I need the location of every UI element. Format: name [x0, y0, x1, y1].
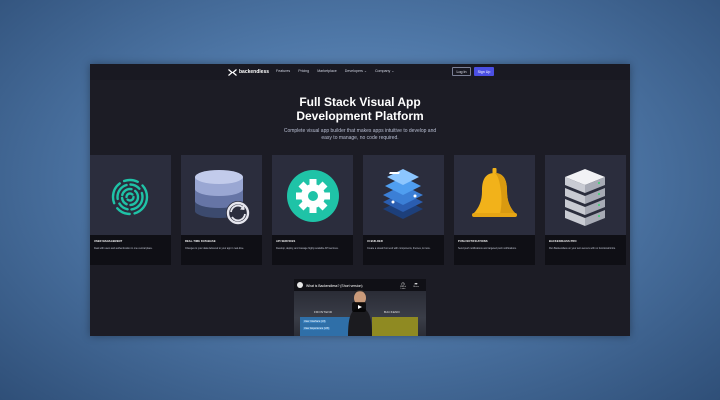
card-description: Send push notifications and targeted pus…	[458, 247, 517, 250]
video-title[interactable]: What is Backendless? (Short version)	[306, 284, 363, 288]
frontend-panel: User Interface (UI) User Experience (UX)	[300, 317, 350, 336]
hero-title-line-1: Full Stack Visual App	[299, 95, 421, 109]
card-description: Develop, deploy, and manage highly-scala…	[276, 247, 339, 250]
browser-window: backendless Features Pricing Marketplace…	[90, 64, 630, 336]
backendless-logo-icon	[228, 68, 237, 76]
card-caption: REAL-TIME DATABASE Changes to your data …	[181, 235, 262, 265]
nav-link-developers[interactable]: Developers ⌄	[345, 69, 367, 73]
card-description: Run Backendless on your own servers with…	[549, 247, 616, 250]
card-description: Create a visual front end with component…	[367, 247, 431, 250]
intro-video-player[interactable]: What is Backendless? (Short version) ◷ W…	[294, 279, 426, 336]
layers-icon	[383, 169, 423, 219]
backend-label: BACKEND	[384, 310, 400, 314]
feature-card-user-management[interactable]: USER MANAGEMENT Deal with users and auth…	[90, 155, 171, 265]
watch-later-label: Watch Later	[399, 286, 407, 290]
card-title: PUSH NOTIFICATIONS	[458, 240, 488, 243]
card-description: Deal with users and authentication in on…	[94, 247, 153, 250]
card-media	[545, 155, 626, 235]
card-media	[90, 155, 171, 235]
feature-card-push-notifications[interactable]: PUSH NOTIFICATIONS Send push notificatio…	[454, 155, 535, 265]
feature-card-backendless-pro[interactable]: BACKENDLESS PRO Run Backendless on your …	[545, 155, 626, 265]
nav-link-pricing[interactable]: Pricing	[298, 69, 309, 73]
tag-ux: User Experience (UX)	[303, 327, 331, 330]
hero-subtitle: Complete visual app builder that makes a…	[283, 128, 437, 141]
login-button[interactable]: Log In	[452, 67, 471, 76]
nav-link-marketplace[interactable]: Marketplace	[317, 69, 337, 73]
card-description: Changes to your data delivered to your a…	[185, 247, 245, 250]
card-title: BACKENDLESS PRO	[549, 240, 577, 243]
share-button[interactable]: ➦ Share	[411, 282, 421, 289]
card-media	[363, 155, 444, 235]
hero-title: Full Stack Visual App Development Platfo…	[90, 95, 630, 123]
brand-logo[interactable]: backendless	[228, 68, 269, 76]
tag-ui: User Interface (UI)	[303, 320, 327, 323]
card-caption: API SERVICES Develop, deploy, and manage…	[272, 235, 353, 265]
presenter-image	[348, 290, 372, 336]
feature-card-ui-builder[interactable]: UI BUILDER Create a visual front end wit…	[363, 155, 444, 265]
card-title: API SERVICES	[276, 240, 296, 243]
card-media	[454, 155, 535, 235]
share-label: Share	[413, 286, 419, 288]
card-media	[272, 155, 353, 235]
card-title: UI BUILDER	[367, 240, 383, 243]
brand-name: backendless	[239, 69, 270, 75]
nav-link-company[interactable]: Company ⌄	[375, 69, 394, 73]
bell-icon	[472, 168, 517, 217]
top-navbar: backendless Features Pricing Marketplace…	[90, 64, 630, 80]
card-caption: USER MANAGEMENT Deal with users and auth…	[90, 235, 171, 265]
card-caption: PUSH NOTIFICATIONS Send push notificatio…	[454, 235, 535, 265]
play-button[interactable]	[352, 302, 366, 312]
watch-later-button[interactable]: ◷ Watch Later	[398, 282, 408, 291]
frontend-label: FRONTEND	[314, 310, 333, 314]
channel-avatar[interactable]	[297, 282, 303, 288]
feature-card-api-services[interactable]: API SERVICES Develop, deploy, and manage…	[272, 155, 353, 265]
database-sync-icon	[195, 170, 250, 225]
card-title: USER MANAGEMENT	[94, 240, 123, 243]
feature-card-realtime-database[interactable]: REAL-TIME DATABASE Changes to your data …	[181, 155, 262, 265]
card-title: REAL-TIME DATABASE	[185, 240, 216, 243]
card-caption: UI BUILDER Create a visual front end wit…	[363, 235, 444, 265]
server-icon	[565, 169, 605, 226]
signup-button[interactable]: Sign Up	[474, 67, 494, 76]
backend-panel	[372, 317, 418, 336]
card-media	[181, 155, 262, 235]
fingerprint-icon	[111, 178, 149, 216]
nav-link-features[interactable]: Features	[276, 69, 290, 73]
gear-icon	[287, 170, 339, 222]
card-caption: BACKENDLESS PRO Run Backendless on your …	[545, 235, 626, 265]
desktop-background: { "nav": { "brand": "backendless", "link…	[0, 0, 720, 400]
hero-title-line-2: Development Platform	[296, 109, 424, 123]
nav-links: Features Pricing Marketplace Developers …	[276, 69, 394, 73]
